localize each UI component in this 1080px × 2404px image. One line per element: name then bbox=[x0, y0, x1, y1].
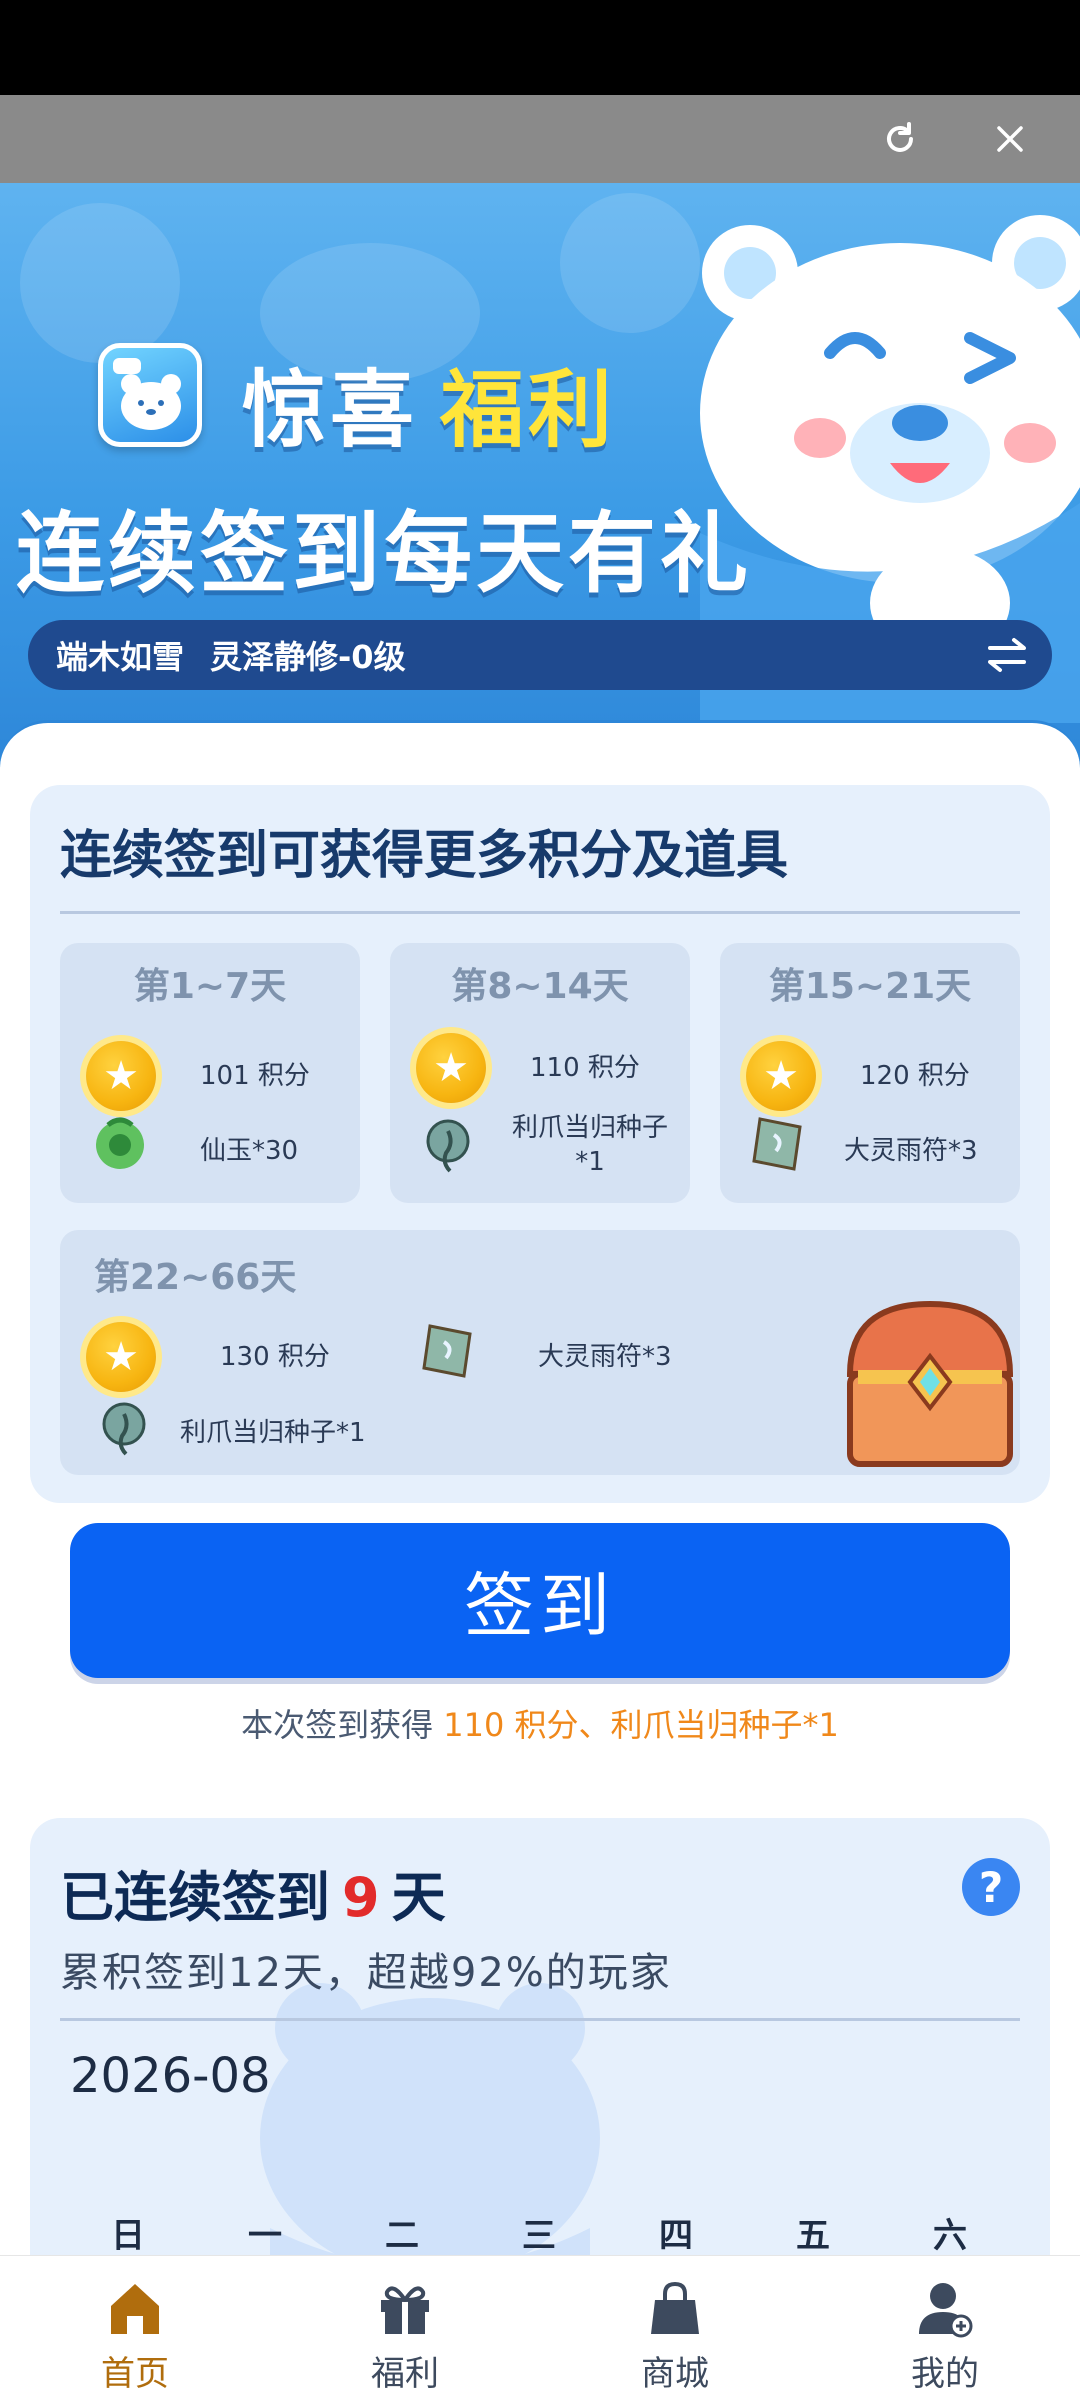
bottom-navigation: 首页 福利 商城 我的 bbox=[0, 2255, 1080, 2404]
weekday-thu: 四 bbox=[659, 2216, 693, 2256]
points-coin-icon: ★ bbox=[86, 1322, 156, 1392]
user-name: 端木如雪 bbox=[56, 638, 185, 676]
help-icon[interactable]: ? bbox=[962, 1858, 1020, 1916]
banner-title: 惊喜 福利 bbox=[242, 343, 616, 464]
treasure-chest-icon bbox=[846, 1300, 1014, 1467]
calendar-month: 2026-08 bbox=[70, 2048, 271, 2104]
nav-shop[interactable]: 商城 bbox=[540, 2256, 810, 2404]
banner-title-highlight: 福利 bbox=[440, 361, 617, 459]
shop-bag-icon bbox=[651, 2281, 699, 2334]
tier-item: 利爪当归种子*1 bbox=[180, 1418, 366, 1448]
tier-label: 第8~14天 bbox=[451, 966, 629, 1007]
switch-account-icon[interactable] bbox=[982, 632, 1032, 678]
banner-decoration bbox=[20, 203, 180, 363]
account-switch-bar[interactable]: 端木如雪 灵泽静修-0级 bbox=[28, 620, 1052, 690]
tier-item: 大灵雨符*3 bbox=[844, 1136, 978, 1166]
rewards-title: 连续签到可获得更多积分及道具 bbox=[60, 826, 789, 886]
tier-points: 130 积分 bbox=[220, 1342, 330, 1372]
streak-title: 已连续签到 9 天 bbox=[60, 1853, 446, 1932]
seed-item-icon bbox=[426, 1119, 470, 1173]
status-bar bbox=[0, 0, 1080, 95]
calendar-weekday-header: 日 一 二 三 四 五 六 bbox=[30, 2208, 1050, 2258]
streak-title-suffix: 天 bbox=[391, 1866, 446, 1929]
refresh-icon bbox=[887, 122, 913, 152]
reward-tier-4: 第22~66天 ★ 130 积分 大灵雨符*3 利爪当归种子*1 bbox=[60, 1230, 1020, 1475]
streak-days-count: 9 bbox=[342, 1866, 380, 1929]
tier-label: 第15~21天 bbox=[768, 966, 972, 1007]
gain-prefix: 本次签到获得 bbox=[241, 1706, 434, 1744]
user-role: 灵泽静修-0级 bbox=[210, 638, 406, 676]
bear-logo-icon bbox=[113, 358, 181, 430]
close-button[interactable] bbox=[980, 109, 1040, 169]
streak-panel: 已连续签到 9 天 ? 累积签到12天，超越92%的玩家 2026-08 日 一 二… bbox=[30, 1818, 1050, 2298]
tier-item: 仙玉*30 bbox=[200, 1136, 299, 1166]
webview-top-bar bbox=[0, 95, 1080, 183]
sign-in-button[interactable]: 签到 bbox=[70, 1523, 1010, 1678]
reward-tier-3: 第15~21天 ★ 120 积分 大灵雨符*3 bbox=[720, 943, 1020, 1203]
promo-banner: 惊喜 福利 连续签到每天有礼 端木如雪 灵泽静修-0级 bbox=[0, 183, 1080, 783]
banner-subtitle: 连续签到每天有礼 bbox=[16, 502, 753, 605]
streak-title-prefix: 已连续签到 bbox=[60, 1866, 330, 1929]
refresh-button[interactable] bbox=[870, 109, 930, 169]
nav-label: 我的 bbox=[911, 2354, 979, 2394]
reward-tier-2: 第8~14天 ★ 110 积分 利爪当归种子 *1 bbox=[390, 943, 690, 1203]
weekday-sat: 六 bbox=[933, 2216, 967, 2256]
nav-mine[interactable]: 我的 bbox=[810, 2256, 1080, 2404]
reward-tier-1: 第1~7天 ★ 101 积分 仙玉*30 bbox=[60, 943, 360, 1203]
weekday-fri: 五 bbox=[796, 2216, 830, 2256]
app-logo bbox=[98, 343, 202, 447]
gain-value: 110 积分、利爪当归种子*1 bbox=[443, 1706, 839, 1744]
points-coin-icon: ★ bbox=[86, 1041, 156, 1111]
banner-title-part1: 惊喜 bbox=[242, 361, 419, 459]
weekday-tue: 二 bbox=[385, 2216, 419, 2256]
streak-summary: 累积签到12天，超越92%的玩家 bbox=[60, 1950, 672, 1996]
weekday-sun: 日 bbox=[111, 2216, 145, 2256]
tier-points: 120 积分 bbox=[860, 1061, 970, 1091]
rewards-panel: 连续签到可获得更多积分及道具 第1~7天 ★ 101 积分 仙玉*30 第8~1… bbox=[30, 785, 1050, 1503]
tier-label: 第1~7天 bbox=[133, 966, 287, 1007]
tier-points: 101 积分 bbox=[200, 1061, 310, 1091]
weekday-mon: 一 bbox=[248, 2216, 282, 2256]
tier-item-line2: *1 bbox=[575, 1147, 605, 1177]
gift-icon bbox=[381, 2286, 429, 2334]
weekday-wed: 三 bbox=[522, 2216, 556, 2256]
home-icon bbox=[111, 2284, 159, 2334]
tier-label: 第22~66天 bbox=[94, 1257, 297, 1298]
jade-item-icon bbox=[96, 1117, 144, 1169]
divider bbox=[60, 2018, 1020, 2021]
nav-label: 福利 bbox=[371, 2354, 439, 2394]
points-coin-icon: ★ bbox=[746, 1041, 816, 1111]
nav-welfare[interactable]: 福利 bbox=[270, 2256, 540, 2404]
tier-item: 大灵雨符*3 bbox=[538, 1342, 672, 1372]
tier-item-line1: 利爪当归种子 bbox=[511, 1113, 668, 1143]
points-coin-icon: ★ bbox=[416, 1033, 486, 1103]
rain-talisman-icon bbox=[752, 1117, 802, 1171]
tier-points: 110 积分 bbox=[530, 1053, 640, 1083]
rain-talisman-icon bbox=[422, 1324, 472, 1378]
user-icon bbox=[919, 2283, 973, 2338]
nav-label: 商城 bbox=[641, 2354, 709, 2394]
sign-in-reward-text: 本次签到获得 110 积分、利爪当归种子*1 bbox=[0, 1700, 1080, 1746]
divider bbox=[60, 911, 1020, 914]
close-icon bbox=[997, 126, 1023, 152]
nav-label: 首页 bbox=[101, 2354, 169, 2394]
nav-home[interactable]: 首页 bbox=[0, 2256, 270, 2404]
seed-item-icon bbox=[102, 1402, 146, 1456]
